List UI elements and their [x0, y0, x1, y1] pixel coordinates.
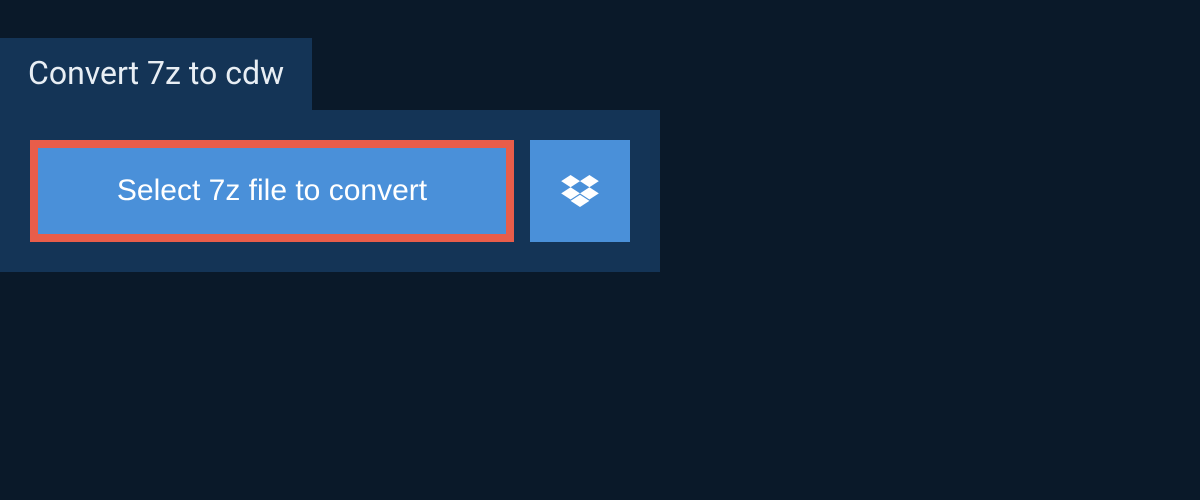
select-file-button[interactable]: Select 7z file to convert — [30, 140, 514, 242]
page-title: Convert 7z to cdw — [28, 54, 284, 92]
file-select-panel: Select 7z file to convert — [0, 110, 660, 272]
dropbox-icon — [561, 175, 599, 207]
header-tab: Convert 7z to cdw — [0, 38, 312, 110]
dropbox-button[interactable] — [530, 140, 630, 242]
select-file-label: Select 7z file to convert — [117, 174, 427, 208]
